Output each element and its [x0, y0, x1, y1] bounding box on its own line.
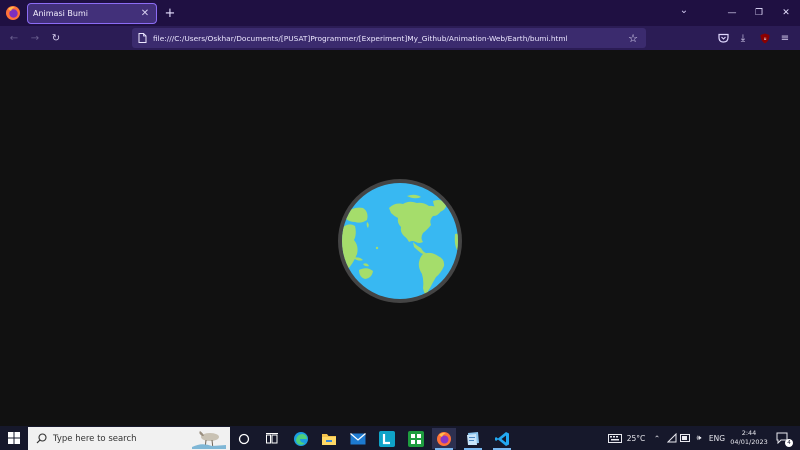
taskbar-search-box[interactable]: Type here to search — [28, 427, 230, 450]
clock[interactable]: 2:44 04/01/2023 — [728, 429, 770, 447]
vscode-icon[interactable] — [490, 428, 514, 450]
volume-icon[interactable]: 🕪 — [692, 426, 706, 450]
earth-globe-icon — [338, 179, 462, 303]
restore-button[interactable]: ❐ — [747, 0, 771, 26]
file-explorer-icon[interactable] — [317, 428, 341, 449]
menu-icon[interactable]: ≡ — [777, 30, 793, 46]
notification-count-badge: 4 — [785, 439, 793, 447]
clock-time: 2:44 — [741, 429, 757, 437]
mail-icon[interactable] — [346, 428, 370, 449]
weather-temperature[interactable]: 25°C — [624, 426, 648, 450]
url-text: file:///C:/Users/Oskhar/Documents/[PUSAT… — [153, 33, 568, 43]
spreadsheet-app-icon[interactable] — [404, 428, 428, 449]
search-placeholder: Type here to search — [53, 433, 137, 444]
edge-icon[interactable] — [289, 428, 313, 449]
show-hidden-icons-chevron-icon[interactable]: ⌃ — [651, 426, 663, 450]
bookmark-star-icon[interactable]: ☆ — [628, 32, 638, 45]
tab-strip: Animasi Bumi ✕ + ⌄ — ❐ ✕ — [0, 0, 800, 26]
svg-text:u: u — [764, 37, 767, 42]
task-view-icon[interactable] — [260, 428, 284, 449]
close-tab-icon[interactable]: ✕ — [140, 8, 150, 19]
minimize-button[interactable]: — — [720, 0, 744, 26]
language-indicator[interactable]: ENG — [707, 426, 727, 450]
windows-start-icon[interactable] — [4, 429, 24, 447]
documents-app-icon[interactable] — [461, 428, 485, 450]
ublock-extension-icon[interactable]: u — [757, 30, 773, 46]
tab-title: Animasi Bumi — [33, 9, 88, 18]
page-content — [0, 50, 800, 426]
url-bar[interactable]: file:///C:/Users/Oskhar/Documents/[PUSAT… — [132, 28, 646, 48]
reload-button[interactable]: ↻ — [47, 29, 65, 47]
network-icon[interactable] — [666, 426, 678, 450]
page-icon — [138, 33, 147, 43]
firefox-icon[interactable] — [0, 0, 26, 26]
cortana-icon[interactable] — [232, 428, 256, 449]
navigation-bar: ← → ↻ file:///C:/Users/Oskhar/Documents/… — [0, 26, 800, 50]
forward-button[interactable]: → — [26, 29, 44, 47]
search-highlight-icon — [192, 431, 226, 449]
search-icon — [36, 433, 47, 444]
l-app-icon[interactable] — [375, 428, 399, 449]
close-window-button[interactable]: ✕ — [774, 0, 798, 26]
downloads-icon[interactable]: ⤓ — [735, 30, 751, 46]
taskbar: Type here to search 25°C ⌃ 🕪 ENG 2:44 04… — [0, 426, 800, 450]
tab-animasi-bumi[interactable]: Animasi Bumi ✕ — [27, 3, 157, 24]
chevron-down-icon[interactable]: ⌄ — [676, 5, 692, 16]
back-button[interactable]: ← — [5, 29, 23, 47]
clock-date: 04/01/2023 — [730, 438, 768, 446]
new-tab-button[interactable]: + — [162, 4, 178, 22]
keyboard-layout-icon[interactable] — [606, 426, 624, 450]
battery-icon[interactable] — [679, 426, 691, 450]
pocket-icon[interactable] — [715, 30, 731, 46]
firefox-taskbar-icon[interactable] — [432, 428, 456, 450]
